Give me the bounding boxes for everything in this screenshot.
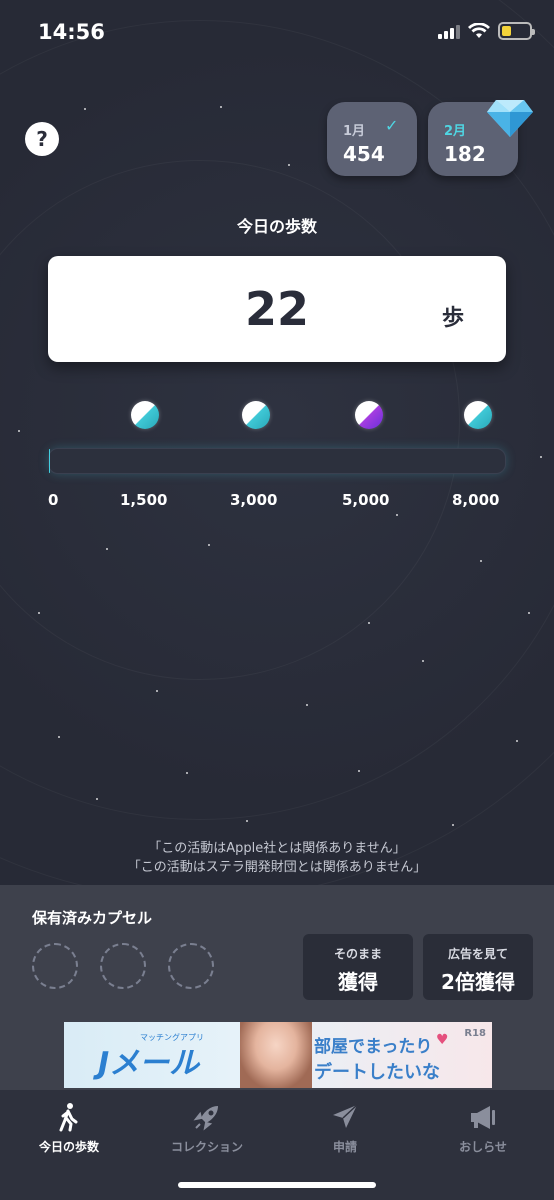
capsule-slot[interactable] [32, 943, 78, 989]
tab-label: コレクション [170, 1140, 243, 1154]
steps-counter-box: 22 歩 [48, 256, 506, 362]
tick-label-1500: 1,500 [120, 491, 168, 509]
tab-apply[interactable]: 申請 [276, 1090, 414, 1170]
tab-label: 今日の歩数 [38, 1140, 99, 1154]
disclaimer-apple: 「この活動はApple社とは関係ありません」 [148, 841, 406, 856]
walking-icon [59, 1103, 78, 1132]
megaphone-icon [471, 1106, 495, 1129]
tab-label: 申請 [332, 1140, 357, 1154]
tab-label: おしらせ [459, 1140, 507, 1154]
cellular-signal-icon [438, 23, 460, 39]
double-claim-with-ad-button[interactable]: 広告を見て 2倍獲得 [423, 934, 533, 1000]
heart-icon: ♥ [436, 1032, 449, 1048]
ad-photo [240, 1022, 312, 1088]
tick-label-8000: 8,000 [452, 491, 500, 509]
tick-label-3000: 3,000 [230, 491, 278, 509]
ad-headline-2: デートしたいな [314, 1062, 440, 1083]
steps-unit: 歩 [441, 306, 464, 331]
double-claim-caption: 広告を見て [447, 947, 508, 961]
month-label: 1月 [343, 124, 366, 139]
month-label: 2月 [444, 124, 467, 139]
status-icons [438, 22, 535, 40]
milestone-capsule-8000 [464, 401, 492, 429]
check-icon: ✓ [385, 116, 399, 135]
help-button[interactable]: ? [25, 122, 59, 156]
claim-button[interactable]: そのまま 獲得 [303, 934, 413, 1000]
tick-label-0: 0 [48, 491, 59, 509]
rocket-icon [193, 1106, 218, 1131]
steps-title: 今日の歩数 [236, 217, 317, 236]
milestone-capsule-1500 [131, 401, 159, 429]
home-indicator[interactable] [178, 1182, 376, 1188]
ad-logo: Jメール [98, 1046, 200, 1081]
capsule-slot[interactable] [168, 943, 214, 989]
wifi-icon [468, 23, 490, 38]
ad-age-badge: R18 [464, 1028, 486, 1039]
progress-fill [49, 449, 51, 473]
month-steps-value: 454 [343, 142, 385, 166]
tab-news[interactable]: おしらせ [414, 1090, 552, 1170]
month-card-january[interactable]: 1月 ✓ 454 [327, 102, 417, 176]
status-time: 14:56 [38, 20, 105, 44]
tab-collection[interactable]: コレクション [138, 1090, 276, 1170]
battery-icon [498, 22, 535, 40]
milestone-capsule-5000 [355, 401, 383, 429]
claim-button-label: 獲得 [338, 970, 378, 994]
steps-progress-bar [48, 448, 506, 474]
tab-today-steps[interactable]: 今日の歩数 [0, 1090, 138, 1170]
milestone-capsule-3000 [242, 401, 270, 429]
status-bar: 14:56 [0, 0, 554, 64]
tick-label-5000: 5,000 [342, 491, 390, 509]
month-steps-value: 182 [444, 142, 486, 166]
owned-capsules-title: 保有済みカプセル [32, 909, 153, 927]
ad-headline-1: 部屋でまったり [314, 1037, 433, 1057]
diamond-icon[interactable] [486, 98, 534, 138]
steps-value: 22 [244, 282, 309, 336]
claim-button-caption: そのまま [333, 947, 382, 961]
capsule-slot[interactable] [100, 943, 146, 989]
disclaimer-stellar: 「この活動はステラ開発財団とは関係ありません」 [127, 860, 427, 875]
ad-banner[interactable]: マッチングアプリ Jメール 部屋でまったり ♥ デートしたいな R18 [64, 1022, 492, 1088]
double-claim-label: 2倍獲得 [441, 970, 515, 994]
paper-plane-icon [333, 1104, 358, 1128]
